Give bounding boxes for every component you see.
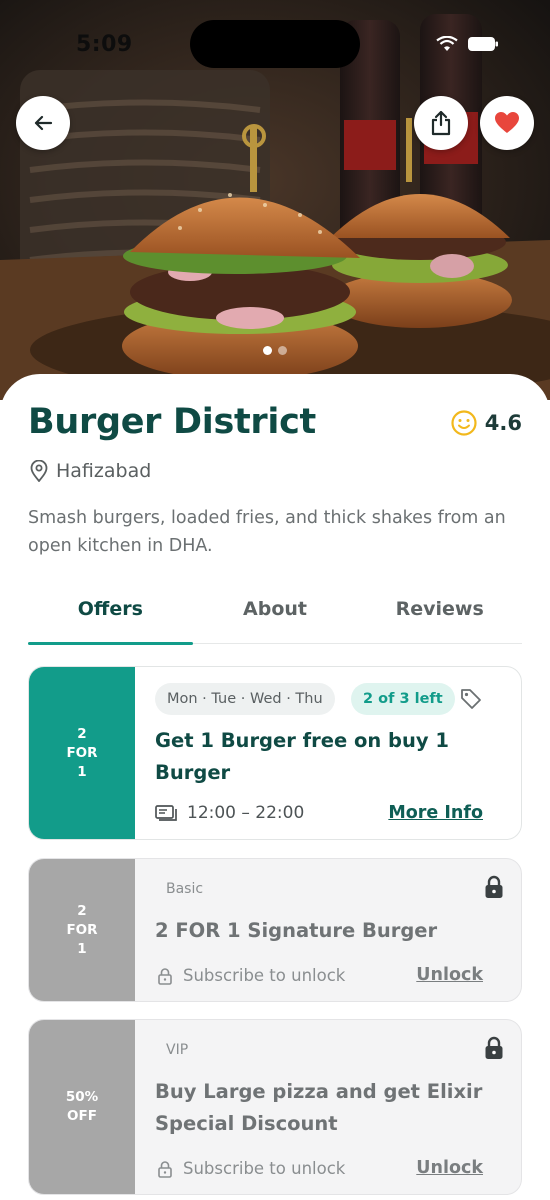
unlock-link[interactable]: Unlock <box>416 1158 483 1178</box>
offer-title: Buy Large pizza and get Elixir Special D… <box>155 1080 483 1135</box>
more-info-link[interactable]: More Info <box>388 803 483 823</box>
dynamic-island <box>190 20 360 68</box>
subscribe-hint: Subscribe to unlock <box>157 1159 345 1178</box>
tier-label: VIP <box>166 1042 189 1058</box>
lock-outline-icon <box>158 967 172 985</box>
badge-line: 1 <box>77 763 87 780</box>
back-button[interactable] <box>16 96 70 150</box>
share-button[interactable] <box>414 96 468 150</box>
status-time: 5:09 <box>76 32 133 57</box>
arrow-left-icon <box>34 115 53 131</box>
hero-image[interactable]: 5:09 <box>0 0 550 400</box>
location-text: Hafizabad <box>56 460 152 482</box>
badge-line: OFF <box>67 1108 97 1124</box>
offer-time: 12:00 – 22:00 <box>155 803 304 823</box>
carousel-dot-active[interactable] <box>263 346 272 355</box>
lock-icon <box>485 875 503 898</box>
offer-badge: 2 FOR 1 <box>29 859 135 1001</box>
wifi-icon <box>436 36 458 51</box>
tier-label: Basic <box>166 881 204 897</box>
tab-bar: Offers About Reviews <box>28 588 522 645</box>
map-pin-icon <box>30 460 48 482</box>
subscribe-text: Subscribe to unlock <box>183 1159 346 1178</box>
offer-title: Get 1 Burger free on buy 1 Burger <box>155 729 449 784</box>
time-text: 12:00 – 22:00 <box>187 803 305 823</box>
badge-line: 1 <box>77 940 87 957</box>
lock-icon <box>485 1036 503 1059</box>
share-icon <box>431 110 451 136</box>
remaining-chip: 2 of 3 left <box>351 683 455 715</box>
offer-body: Basic 2 FOR 1 Signature Burger Subscribe… <box>135 859 521 1001</box>
tab-about[interactable]: About <box>193 588 358 643</box>
offer-badge: 50% OFF <box>29 1020 135 1194</box>
tab-reviews[interactable]: Reviews <box>357 588 522 643</box>
restaurant-description: Smash burgers, loaded fries, and thick s… <box>28 508 506 556</box>
location: Hafizabad <box>30 460 151 482</box>
locked-offer-card[interactable]: 2 FOR 1 Basic 2 FOR 1 Signature Burger S… <box>28 858 522 1002</box>
subscribe-hint: Subscribe to unlock <box>157 966 345 985</box>
offer-title: 2 FOR 1 Signature Burger <box>155 919 438 942</box>
details-sheet: Burger District 4.6 Hafizabad Smash burg… <box>0 374 550 1200</box>
battery-icon <box>468 37 498 51</box>
carousel-indicator <box>0 346 550 355</box>
rating: 4.6 <box>451 410 522 436</box>
heart-icon <box>495 112 519 133</box>
tag-icon[interactable] <box>459 687 483 711</box>
smiley-icon <box>451 410 477 436</box>
days-chip: Mon · Tue · Wed · Thu <box>155 683 335 715</box>
favorite-button[interactable] <box>480 96 534 150</box>
unlock-link[interactable]: Unlock <box>416 965 483 985</box>
offer-body: VIP Buy Large pizza and get Elixir Speci… <box>135 1020 521 1194</box>
lock-outline-icon <box>158 1160 172 1178</box>
subscribe-text: Subscribe to unlock <box>183 966 346 985</box>
tab-offers[interactable]: Offers <box>28 588 193 645</box>
offer-badge: 2 FOR 1 <box>29 667 135 839</box>
locked-offer-card[interactable]: 50% OFF VIP Buy Large pizza and get Elix… <box>28 1019 522 1195</box>
badge-line: 2 <box>77 902 87 919</box>
badge-line: FOR <box>66 744 98 761</box>
badge-line: 50% <box>65 1089 99 1105</box>
offer-card[interactable]: 2 FOR 1 Mon · Tue · Wed · Thu 2 of 3 lef… <box>28 666 522 840</box>
rating-value: 4.6 <box>484 411 522 435</box>
ticket-icon <box>155 805 177 821</box>
carousel-dot[interactable] <box>278 346 287 355</box>
badge-line: FOR <box>66 921 98 938</box>
restaurant-name: Burger District <box>28 402 316 442</box>
offer-body: Mon · Tue · Wed · Thu 2 of 3 left Get 1 … <box>135 667 521 839</box>
badge-line: 2 <box>77 725 87 742</box>
status-icons <box>436 36 498 52</box>
